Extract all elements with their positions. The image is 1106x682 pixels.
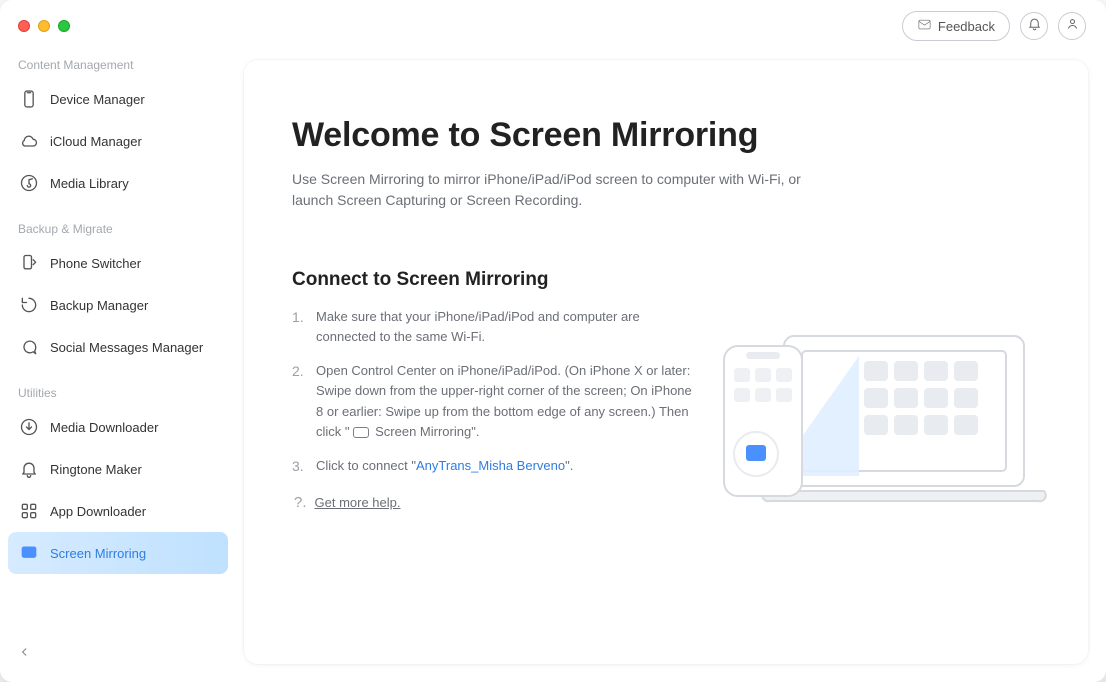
- sidebar-item-app-downloader[interactable]: App Downloader: [8, 490, 228, 532]
- content-panel: Welcome to Screen Mirroring Use Screen M…: [244, 60, 1088, 664]
- user-icon: [1065, 16, 1080, 36]
- airplay-rect-icon: [353, 427, 369, 438]
- step-3-text-a: Click to connect ": [316, 458, 416, 473]
- apps-icon: [18, 500, 40, 522]
- sidebar-item-label: Social Messages Manager: [50, 340, 203, 355]
- step-1: Make sure that your iPhone/iPad/iPod and…: [292, 307, 692, 347]
- sidebar-item-label: Screen Mirroring: [50, 546, 146, 561]
- download-icon: [18, 416, 40, 438]
- connect-heading: Connect to Screen Mirroring: [292, 269, 1040, 291]
- sidebar-item-icloud-manager[interactable]: iCloud Manager: [8, 120, 228, 162]
- minimize-window-button[interactable]: [38, 20, 50, 32]
- account-button[interactable]: [1058, 12, 1086, 40]
- sidebar-item-label: Phone Switcher: [50, 256, 141, 271]
- traffic-lights: [18, 20, 70, 32]
- sidebar-item-media-library[interactable]: Media Library: [8, 162, 228, 204]
- sidebar-item-label: Device Manager: [50, 92, 145, 107]
- sidebar-item-label: Media Downloader: [50, 420, 158, 435]
- titlebar: Feedback: [0, 0, 1106, 52]
- page-title: Welcome to Screen Mirroring: [292, 116, 1040, 155]
- sidebar-item-device-manager[interactable]: Device Manager: [8, 78, 228, 120]
- cloud-icon: [18, 130, 40, 152]
- devices-illustration: [714, 326, 1054, 516]
- sidebar-item-backup-manager[interactable]: Backup Manager: [8, 284, 228, 326]
- connect-target-link[interactable]: AnyTrans_Misha Berveno: [416, 458, 565, 473]
- notifications-button[interactable]: [1020, 12, 1048, 40]
- backup-icon: [18, 294, 40, 316]
- sidebar-item-media-downloader[interactable]: Media Downloader: [8, 406, 228, 448]
- feedback-label: Feedback: [938, 19, 995, 34]
- sidebar: Content Management Device Manager iCloud…: [0, 52, 236, 682]
- step-3: Click to connect "AnyTrans_Misha Berveno…: [292, 456, 692, 476]
- chevron-left-icon: [18, 646, 32, 663]
- sidebar-section-backup-migrate: Backup & Migrate: [18, 222, 228, 236]
- zoom-window-button[interactable]: [58, 20, 70, 32]
- sidebar-item-label: iCloud Manager: [50, 134, 142, 149]
- phone-switch-icon: [18, 252, 40, 274]
- bell-icon: [1027, 16, 1042, 36]
- close-window-button[interactable]: [18, 20, 30, 32]
- main-area: Welcome to Screen Mirroring Use Screen M…: [236, 52, 1106, 682]
- collapse-sidebar-button[interactable]: [18, 645, 32, 664]
- sidebar-item-screen-mirroring[interactable]: Screen Mirroring: [8, 532, 228, 574]
- sidebar-section-utilities: Utilities: [18, 386, 228, 400]
- step-1-text: Make sure that your iPhone/iPad/iPod and…: [316, 309, 640, 344]
- app-window: Feedback Content Management Device Manag…: [0, 0, 1106, 682]
- bell-outline-icon: [18, 458, 40, 480]
- step-2-text-b: Screen Mirroring".: [372, 424, 480, 439]
- sidebar-section-content-management: Content Management: [18, 58, 228, 72]
- sidebar-item-label: App Downloader: [50, 504, 146, 519]
- phone-icon: [18, 88, 40, 110]
- feedback-button[interactable]: Feedback: [902, 11, 1010, 41]
- step-3-text-b: ".: [565, 458, 573, 473]
- sidebar-item-label: Media Library: [50, 176, 129, 191]
- screen-icon: [18, 542, 40, 564]
- sidebar-item-social-messages-manager[interactable]: Social Messages Manager: [8, 326, 228, 368]
- chat-icon: [18, 336, 40, 358]
- sidebar-item-ringtone-maker[interactable]: Ringtone Maker: [8, 448, 228, 490]
- mail-icon: [917, 17, 932, 35]
- steps-list: Make sure that your iPhone/iPad/iPod and…: [292, 307, 692, 476]
- step-2: Open Control Center on iPhone/iPad/iPod.…: [292, 361, 692, 442]
- page-subtitle: Use Screen Mirroring to mirror iPhone/iP…: [292, 169, 812, 211]
- sidebar-item-phone-switcher[interactable]: Phone Switcher: [8, 242, 228, 284]
- music-icon: [18, 172, 40, 194]
- sidebar-item-label: Backup Manager: [50, 298, 148, 313]
- sidebar-item-label: Ringtone Maker: [50, 462, 142, 477]
- help-row: ?. Get more help.: [292, 494, 1040, 511]
- get-more-help-link[interactable]: Get more help.: [315, 495, 401, 510]
- question-icon: ?.: [294, 494, 307, 511]
